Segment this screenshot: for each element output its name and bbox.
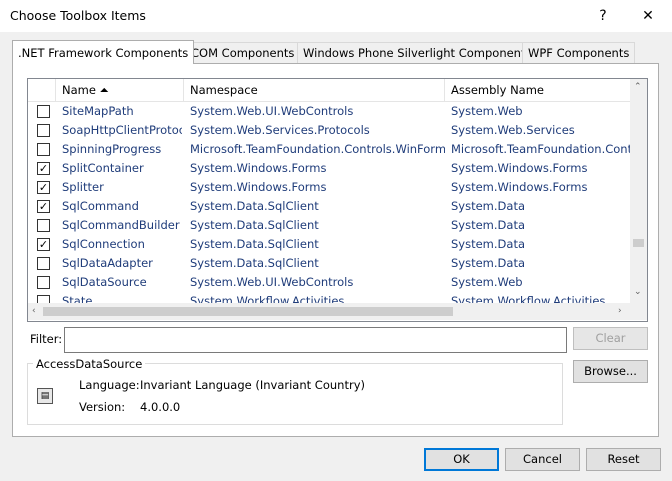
row-assembly: Microsoft.TeamFoundation.Contr [451, 142, 630, 156]
clear-button[interactable]: Clear [573, 327, 648, 350]
row-checkbox[interactable] [37, 143, 50, 156]
filter-input[interactable] [64, 327, 567, 353]
table-row[interactable]: ✓ SqlCommand System.Data.SqlClient System.D… [28, 197, 630, 216]
row-name: SqlCommand [62, 199, 139, 213]
row-checkbox[interactable] [37, 105, 50, 118]
row-checkbox[interactable]: ✓ [37, 200, 50, 213]
list-header: Name ⏶ Namespace Assembly Name [28, 79, 630, 102]
vertical-scroll-thumb[interactable] [633, 239, 644, 247]
row-namespace: Microsoft.TeamFoundation.Controls.WinFor… [190, 142, 445, 156]
scroll-left-icon[interactable]: ‹ [32, 306, 36, 316]
row-checkbox[interactable] [37, 219, 50, 232]
row-namespace: System.Web.UI.WebControls [190, 104, 354, 118]
row-namespace: System.Data.SqlClient [190, 256, 319, 270]
ok-button[interactable]: OK [424, 448, 499, 471]
components-list[interactable]: Name ⏶ Namespace Assembly Name SiteMapPa… [27, 78, 648, 322]
row-namespace: System.Data.SqlClient [190, 237, 319, 251]
details-group [27, 363, 563, 425]
row-name: SqlCommandBuilder [62, 218, 180, 232]
row-checkbox[interactable]: ✓ [37, 162, 50, 175]
reset-button[interactable]: Reset [586, 448, 661, 471]
version-value: 4.0.0.0 [140, 400, 181, 414]
row-name: SiteMapPath [62, 104, 134, 118]
tab-wpf[interactable]: WPF Components [522, 42, 636, 63]
tab-com[interactable]: COM Components [185, 42, 301, 63]
row-namespace: System.Web.UI.WebControls [190, 275, 354, 289]
scroll-corner [630, 303, 647, 320]
row-assembly: System.Data [451, 256, 525, 270]
row-namespace: System.Windows.Forms [190, 180, 327, 194]
row-name: SplitContainer [62, 161, 144, 175]
table-row[interactable]: ✓ SplitContainer System.Windows.Forms Syste… [28, 159, 630, 178]
row-checkbox[interactable] [37, 257, 50, 270]
component-icon: ▤ [37, 388, 53, 404]
row-assembly: System.Windows.Forms [451, 161, 588, 175]
row-assembly: System.Windows.Forms [451, 180, 588, 194]
row-name: SoapHttpClientProtoc [62, 123, 182, 137]
filter-label: Filter: [30, 332, 63, 346]
close-button[interactable]: ✕ [634, 4, 662, 28]
cancel-button[interactable]: Cancel [505, 448, 580, 471]
horizontal-scroll-thumb[interactable] [43, 307, 453, 316]
header-checkbox-col [28, 79, 56, 101]
table-row[interactable]: State System.Workflow.Activities System.Wo… [28, 292, 630, 303]
row-assembly: System.Data [451, 218, 525, 232]
table-row[interactable]: SoapHttpClientProtoc System.Web.Services.… [28, 121, 630, 140]
row-name: SqlDataSource [62, 275, 147, 289]
row-name: SpinningProgress [62, 142, 162, 156]
row-namespace: System.Data.SqlClient [190, 218, 319, 232]
header-name[interactable]: Name ⏶ [56, 79, 184, 101]
row-name: SqlDataAdapter [62, 256, 153, 270]
tab-net-framework[interactable]: .NET Framework Components [12, 40, 195, 64]
row-assembly: System.Data [451, 199, 525, 213]
header-namespace[interactable]: Namespace [184, 79, 445, 101]
row-name: SqlConnection [62, 237, 145, 251]
browse-button[interactable]: Browse... [573, 360, 648, 383]
window-title: Choose Toolbox Items [10, 8, 146, 23]
table-row[interactable]: SqlDataAdapter System.Data.SqlClient Syste… [28, 254, 630, 273]
row-namespace: System.Data.SqlClient [190, 199, 319, 213]
language-value: Invariant Language (Invariant Country) [140, 378, 365, 392]
table-row[interactable]: ✓ Splitter System.Windows.Forms System.Wind… [28, 178, 630, 197]
row-assembly: System.Web.Services [451, 123, 575, 137]
row-checkbox[interactable]: ✓ [37, 238, 50, 251]
table-row[interactable]: SqlDataSource System.Web.UI.WebControls Sy… [28, 273, 630, 292]
version-label: Version: [79, 400, 126, 414]
vertical-scrollbar[interactable]: ⌃ ⌄ [630, 79, 647, 303]
row-assembly: System.Workflow.Activities [451, 294, 606, 303]
row-name: State [62, 294, 93, 303]
row-assembly: System.Web [451, 275, 523, 289]
tab-windows-phone[interactable]: Windows Phone Silverlight Components [297, 42, 538, 63]
scroll-up-icon[interactable]: ⌃ [634, 82, 642, 92]
table-row[interactable]: SpinningProgress Microsoft.TeamFoundation… [28, 140, 630, 159]
language-label: Language: [79, 378, 140, 392]
row-assembly: System.Web [451, 104, 523, 118]
table-row[interactable]: SqlCommandBuilder System.Data.SqlClient Sy… [28, 216, 630, 235]
row-namespace: System.Windows.Forms [190, 161, 327, 175]
row-checkbox[interactable] [37, 124, 50, 137]
table-row[interactable]: ✓ SqlConnection System.Data.SqlClient Syste… [28, 235, 630, 254]
table-row[interactable]: SiteMapPath System.Web.UI.WebControls Syst… [28, 102, 630, 121]
selected-component-title: AccessDataSource [33, 357, 146, 371]
row-assembly: System.Data [451, 237, 525, 251]
row-checkbox[interactable]: ✓ [37, 181, 50, 194]
header-assembly[interactable]: Assembly Name [445, 79, 630, 101]
scroll-right-icon[interactable]: › [618, 306, 622, 316]
row-namespace: System.Workflow.Activities [190, 294, 345, 303]
scroll-down-icon[interactable]: ⌄ [634, 287, 642, 297]
row-namespace: System.Web.Services.Protocols [190, 123, 370, 137]
list-rows: SiteMapPath System.Web.UI.WebControls Syst… [28, 102, 630, 303]
row-name: Splitter [62, 180, 104, 194]
help-button[interactable]: ? [589, 4, 617, 28]
row-checkbox[interactable] [37, 295, 50, 303]
row-checkbox[interactable] [37, 276, 50, 289]
